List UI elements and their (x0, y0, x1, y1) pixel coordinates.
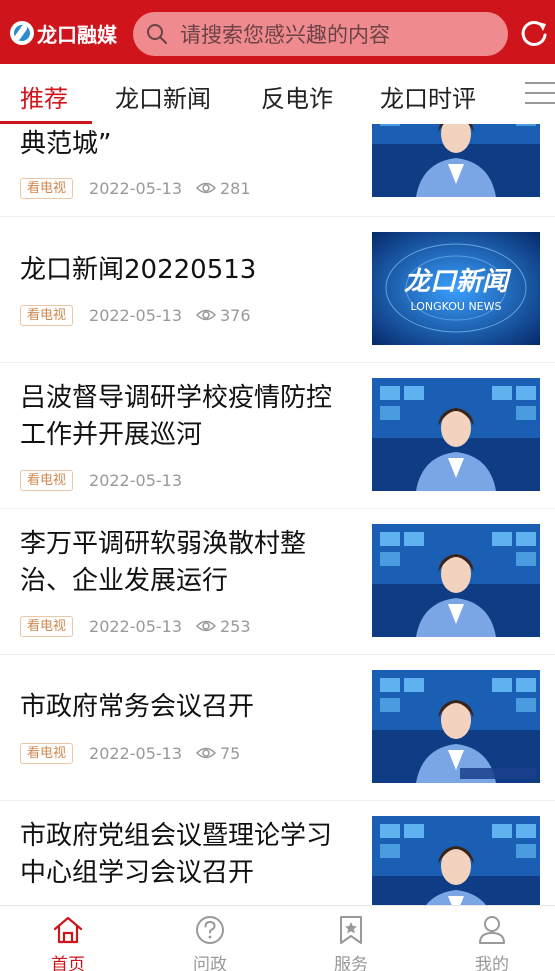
question-icon (196, 916, 224, 944)
tab-recommend[interactable]: 推荐 (20, 79, 68, 114)
search-placeholder: 请搜索您感兴趣的内容 (180, 23, 390, 47)
tab-anti-fraud[interactable]: 反电诈 (261, 79, 333, 114)
item-thumbnail: 龙口新闻 LONGKOU NEWS (372, 232, 540, 345)
item-date: 2022-05-13 (89, 470, 182, 490)
item-date: 2022-05-13 (89, 616, 182, 636)
nav-inquiry[interactable]: 问政 (170, 914, 250, 971)
item-thumbnail (372, 670, 540, 783)
item-tag: 看电视 (20, 615, 74, 637)
news-anchor-image (372, 524, 540, 637)
channel-menu-icon[interactable] (525, 82, 555, 108)
item-title: 龙口新闻20220513 (20, 255, 257, 285)
refresh-icon[interactable] (519, 18, 549, 48)
item-tag: 看电视 (20, 742, 74, 764)
user-icon (479, 916, 505, 944)
logo-mark-icon (10, 21, 34, 45)
search-bar[interactable]: 请搜索您感兴趣的内容 (133, 12, 508, 56)
bottom-nav: 首页 问政 服务 我的 (0, 905, 555, 971)
list-item[interactable]: 龙口新闻20220513 看电视 2022-05-13 376 龙口新闻 LON… (0, 217, 555, 363)
item-views: 75 (220, 743, 241, 763)
nav-home[interactable]: 首页 (28, 914, 108, 971)
nav-profile[interactable]: 我的 (452, 914, 532, 971)
item-thumbnail (372, 816, 540, 905)
nav-label: 首页 (51, 955, 85, 971)
nav-label: 服务 (334, 955, 368, 971)
news-anchor-image (372, 670, 540, 783)
item-tag: 看电视 (20, 469, 74, 491)
item-date: 2022-05-13 (89, 305, 182, 325)
app-header: 龙口融媒 请搜索您感兴趣的内容 (0, 0, 555, 64)
item-title: 典范城” (20, 129, 112, 159)
news-anchor-image (372, 124, 540, 197)
news-logo-sub: LONGKOU NEWS (410, 300, 501, 313)
item-title: 李万平调研软弱涣散村整治、企业发展运行 (20, 529, 307, 596)
views-eye-icon (196, 747, 216, 759)
tab-commentary[interactable]: 龙口时评 (380, 79, 476, 114)
star-bookmark-icon (340, 916, 362, 944)
app-logo[interactable]: 龙口融媒 (10, 17, 117, 49)
category-tabs: 推荐 龙口新闻 反电诈 龙口时评 (0, 64, 555, 124)
item-views: 281 (220, 178, 251, 198)
item-thumbnail (372, 378, 540, 491)
list-item[interactable]: 市政府党组会议暨理论学习中心组学习会议召开 (0, 801, 555, 905)
views-eye-icon (196, 309, 216, 321)
item-date: 2022-05-13 (89, 743, 182, 763)
news-program-logo-image: 龙口新闻 LONGKOU NEWS (372, 232, 540, 345)
item-tag: 看电视 (20, 304, 74, 326)
home-icon (53, 916, 83, 944)
news-anchor-image (372, 816, 540, 905)
item-thumbnail (372, 524, 540, 637)
logo-text: 龙口融媒 (37, 22, 117, 47)
list-item[interactable]: 吕波督导调研学校疫情防控工作并开展巡河 看电视 2022-05-13 (0, 363, 555, 509)
views-eye-icon (196, 620, 216, 632)
item-tag: 看电视 (20, 177, 74, 199)
list-item[interactable]: 市政府常务会议召开 看电视 2022-05-13 75 (0, 655, 555, 801)
nav-service[interactable]: 服务 (311, 914, 391, 971)
views-eye-icon (196, 182, 216, 194)
item-views: 376 (220, 305, 251, 325)
item-views: 253 (220, 616, 251, 636)
news-anchor-image (372, 378, 540, 491)
list-item[interactable]: 典范城” 看电视 2022-05-13 281 (0, 124, 555, 217)
item-title: 市政府党组会议暨理论学习中心组学习会议召开 (20, 821, 333, 888)
search-icon (147, 24, 167, 44)
nav-label: 我的 (475, 955, 509, 971)
item-thumbnail (372, 124, 540, 197)
news-logo-text: 龙口新闻 (404, 267, 512, 297)
item-date: 2022-05-13 (89, 178, 182, 198)
tab-longkou-news[interactable]: 龙口新闻 (115, 79, 211, 114)
item-title: 吕波督导调研学校疫情防控工作并开展巡河 (20, 383, 333, 450)
news-feed: 典范城” 看电视 2022-05-13 281 龙口新闻20220513 看电视 (0, 124, 555, 905)
item-title: 市政府常务会议召开 (20, 692, 255, 722)
list-item[interactable]: 李万平调研软弱涣散村整治、企业发展运行 看电视 2022-05-13 253 (0, 509, 555, 655)
nav-label: 问政 (193, 955, 227, 971)
